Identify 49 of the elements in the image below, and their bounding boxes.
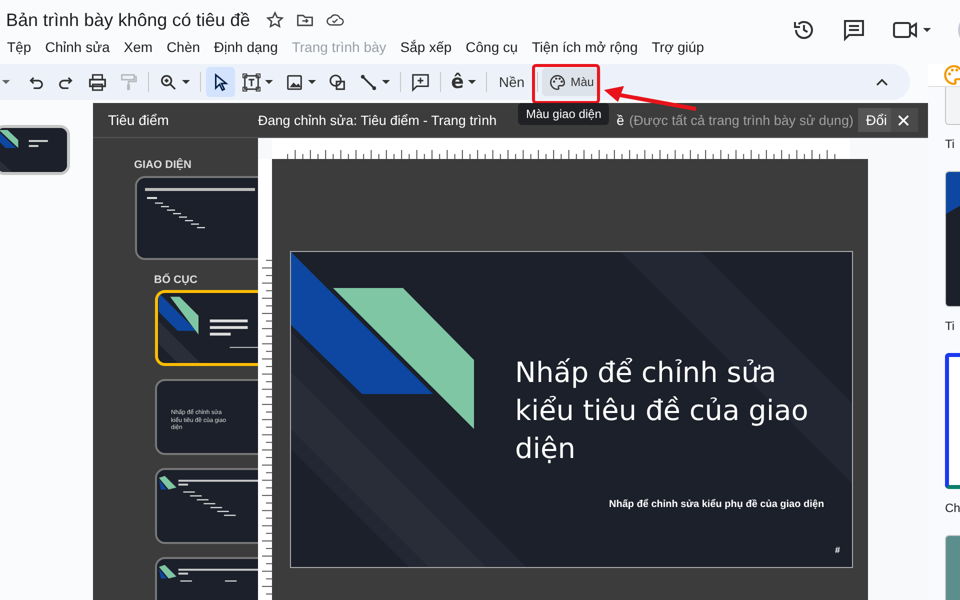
history-icon[interactable] bbox=[792, 18, 816, 42]
menu-item[interactable]: Tiện ích mở rộng bbox=[524, 39, 645, 55]
theme-thumbnail[interactable] bbox=[135, 176, 258, 260]
menu-item[interactable]: Định dạng bbox=[207, 39, 285, 55]
document-title[interactable]: Bản trình bày không có tiêu đề bbox=[6, 10, 250, 30]
theme-colors-button[interactable]: Màu bbox=[542, 68, 601, 96]
panel-title: Tiêu điểm bbox=[107, 112, 170, 128]
slide-thumbnail[interactable] bbox=[0, 125, 70, 175]
collapse-icon[interactable] bbox=[876, 78, 888, 86]
section-heading: GIAO DIỆN bbox=[134, 159, 192, 171]
menu-item[interactable]: Chỉnh sửa bbox=[38, 39, 117, 55]
palette-icon bbox=[943, 64, 960, 86]
select-tool[interactable] bbox=[206, 67, 235, 97]
close-icon[interactable] bbox=[897, 114, 910, 126]
line-icon bbox=[359, 72, 378, 92]
tooltip: Màu giao diện bbox=[518, 103, 610, 125]
text-box-icon bbox=[242, 72, 261, 92]
slide-number[interactable]: # bbox=[835, 545, 840, 555]
star-icon[interactable] bbox=[266, 11, 284, 29]
image-icon bbox=[285, 72, 304, 92]
menu-item[interactable]: Tệp bbox=[0, 39, 38, 55]
layout-thumbnail[interactable] bbox=[155, 468, 258, 544]
slide[interactable]: Nhấp để chỉnh sửa kiểu tiêu đề của giao diện Nhấp để chỉnh sửa kiểu phụ đề của giao diện # bbox=[290, 251, 853, 568]
shapes-icon bbox=[328, 72, 347, 92]
slide-subtitle[interactable]: Nhấp để chỉnh sửa kiểu phụ đề của giao diện bbox=[609, 499, 824, 510]
usage-note: (Được tất cả trang trình bày sử dụng) bbox=[629, 112, 854, 128]
rename-button[interactable]: Đổi bbox=[858, 108, 891, 132]
theme-name: Ch bbox=[945, 501, 960, 515]
editing-title: Đang chỉnh sửa: Tiêu điểm - Trang trình bbox=[258, 112, 497, 128]
theme-name: Ti bbox=[945, 319, 956, 333]
layout-thumbnail[interactable] bbox=[155, 290, 258, 366]
menu-item[interactable]: Sắp xếp bbox=[393, 39, 459, 55]
menu-item[interactable]: Chèn bbox=[160, 39, 208, 55]
print-icon bbox=[88, 72, 107, 92]
slide-title[interactable]: Nhấp để chỉnh sửa kiểu tiêu đề của giao diện bbox=[515, 354, 835, 468]
caret-icon[interactable] bbox=[2, 79, 10, 85]
add-comment-icon bbox=[411, 72, 430, 92]
menu-item[interactable]: Công cụ bbox=[458, 39, 525, 55]
comment-icon[interactable] bbox=[842, 18, 866, 42]
editing-title: ề bbox=[616, 112, 624, 128]
menu-item[interactable]: Xem bbox=[116, 39, 160, 55]
section-heading: BỐ CỤC bbox=[154, 274, 198, 286]
menu-item[interactable]: Trợ giúp bbox=[644, 39, 711, 55]
palette-icon bbox=[548, 74, 566, 90]
input-tools-tool[interactable]: ê bbox=[446, 67, 481, 97]
theme-name: Ti bbox=[945, 137, 956, 151]
background-button[interactable]: Nền bbox=[490, 68, 533, 96]
zoom-icon bbox=[159, 72, 178, 92]
paint-roller-icon bbox=[119, 72, 138, 92]
